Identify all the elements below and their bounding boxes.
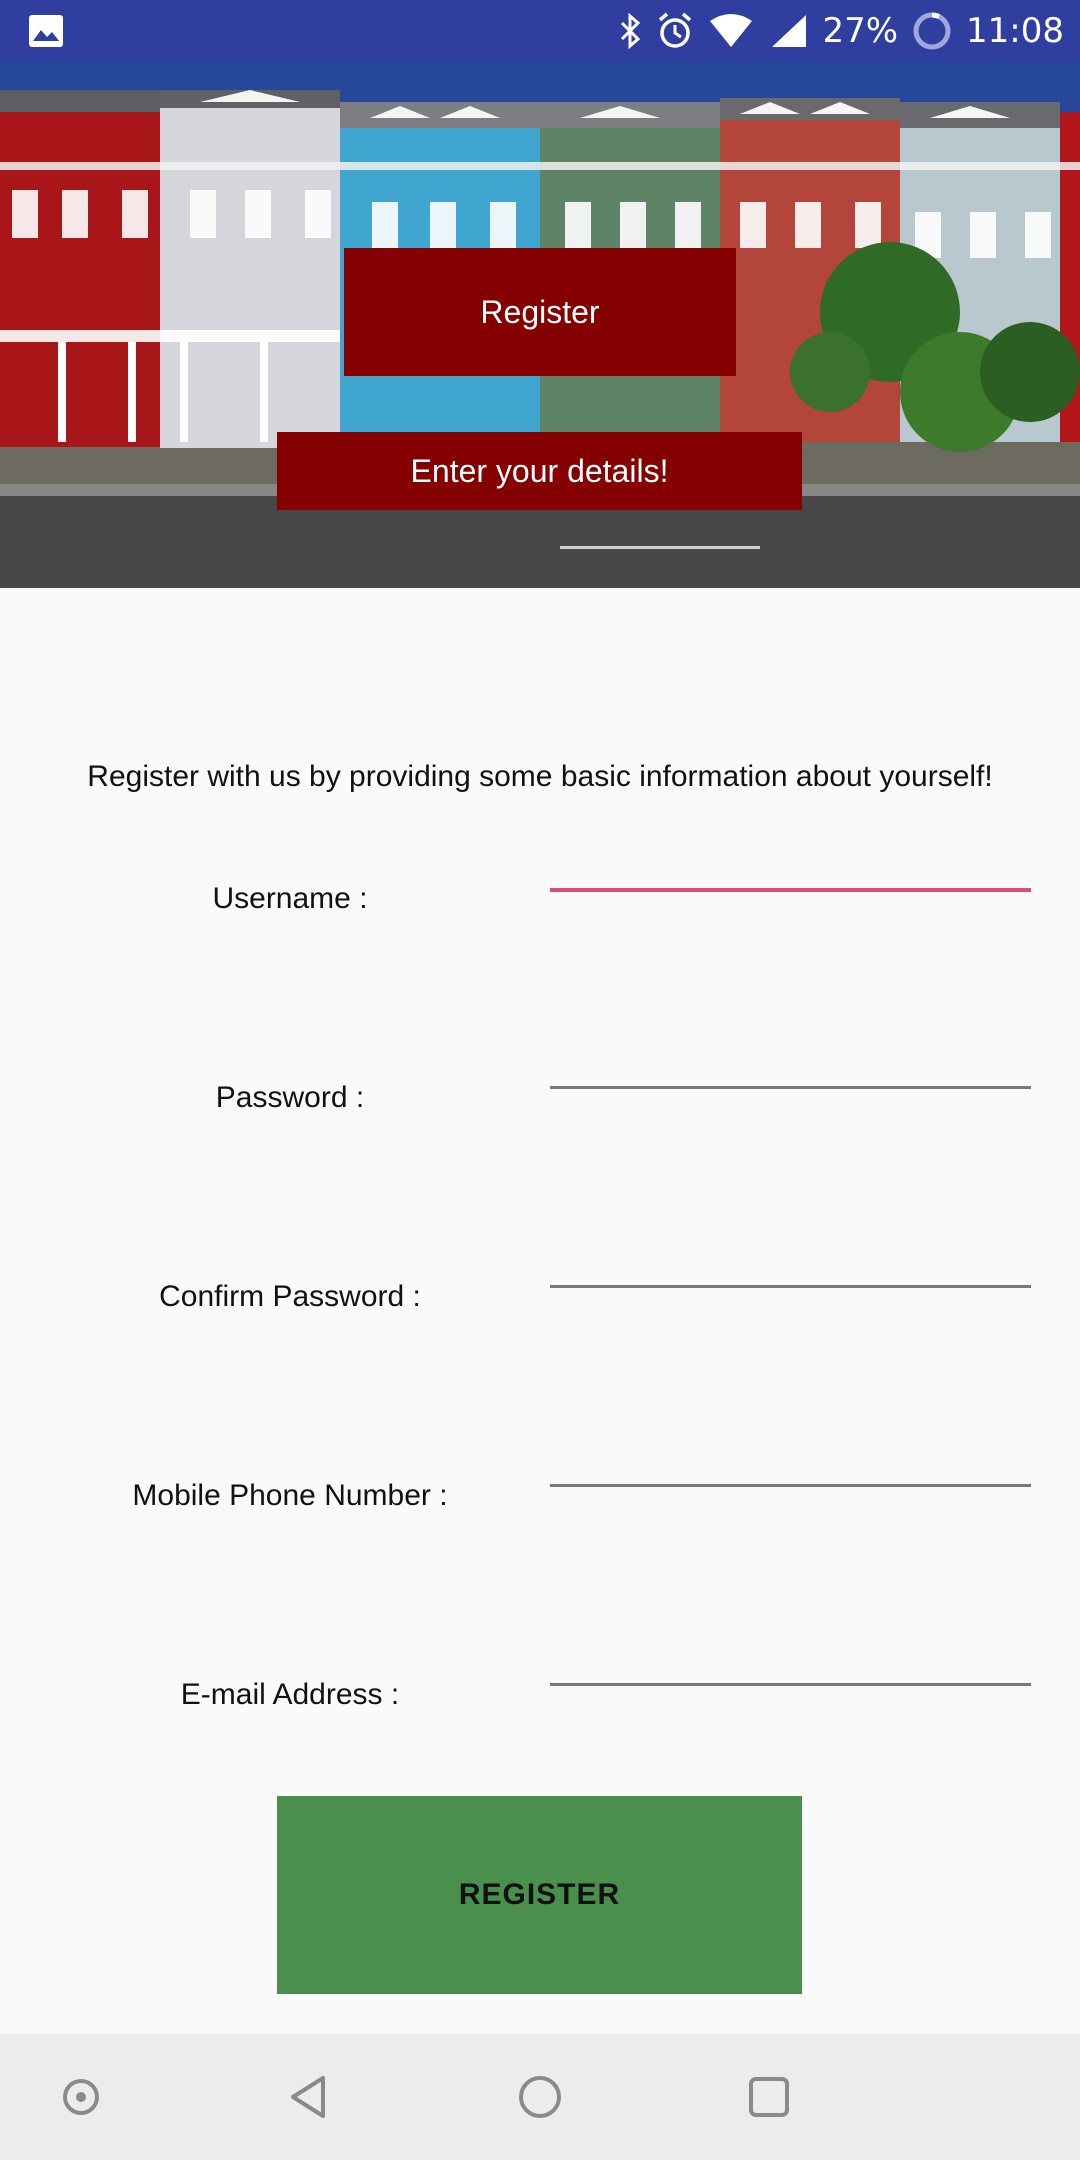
mobile-label: Mobile Phone Number : bbox=[132, 1479, 448, 1512]
recents-icon[interactable] bbox=[744, 2072, 794, 2122]
alarm-icon bbox=[659, 12, 692, 48]
hero-title: Register bbox=[344, 248, 736, 376]
navigation-bar bbox=[0, 2034, 1080, 2160]
hero-banner: Register Enter your details! bbox=[0, 62, 1080, 588]
password-input[interactable] bbox=[550, 1029, 1031, 1089]
password-label: Password : bbox=[215, 1081, 365, 1114]
clock: 11:08 bbox=[966, 11, 1064, 51]
status-icons: 27% 11:08 bbox=[618, 0, 1064, 62]
wifi-icon bbox=[710, 14, 753, 47]
email-input[interactable] bbox=[550, 1626, 1031, 1686]
bluetooth-icon bbox=[621, 13, 641, 49]
mobile-input[interactable] bbox=[550, 1427, 1031, 1487]
confirm-password-label: Confirm Password : bbox=[159, 1280, 421, 1313]
signal-icon bbox=[772, 15, 807, 47]
intro-text: Register with us by providing some basic… bbox=[87, 760, 993, 793]
image-icon bbox=[29, 15, 63, 47]
back-icon[interactable] bbox=[285, 2072, 335, 2122]
battery-saver-icon bbox=[913, 12, 951, 50]
register-button[interactable]: REGISTER bbox=[277, 1796, 802, 1994]
battery-percentage: 27% bbox=[822, 11, 899, 51]
status-bar: 27% 11:08 bbox=[0, 0, 1080, 62]
confirm-password-input[interactable] bbox=[550, 1228, 1031, 1288]
username-label: Username : bbox=[212, 882, 368, 915]
username-input[interactable] bbox=[550, 832, 1031, 892]
email-label: E-mail Address : bbox=[180, 1678, 400, 1711]
hero-subtitle: Enter your details! bbox=[277, 432, 802, 510]
assistant-icon[interactable] bbox=[56, 2072, 106, 2122]
home-icon[interactable] bbox=[515, 2072, 565, 2122]
